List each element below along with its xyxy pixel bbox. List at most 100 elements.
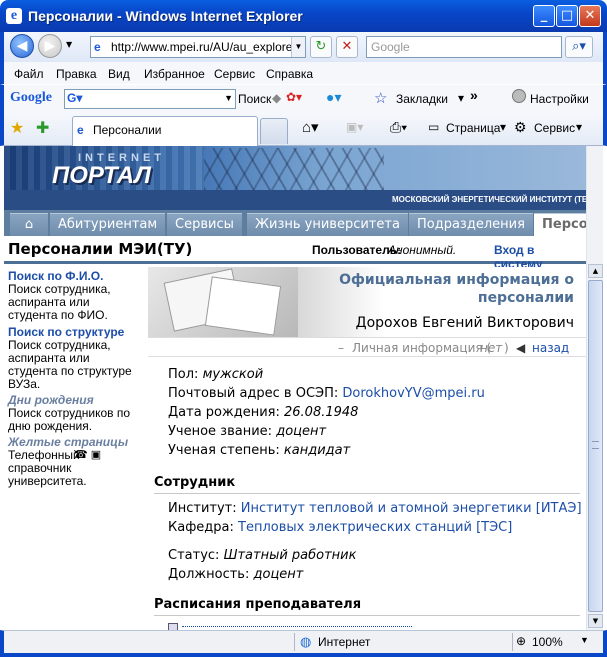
address-bar[interactable]: e http://www.mpei.ru/AU/au_explorer ▼	[90, 36, 306, 58]
google-logo: Google	[10, 90, 52, 105]
back-link[interactable]: назад	[532, 341, 569, 355]
settings-icon[interactable]	[512, 89, 526, 103]
sidebar-link-yellow-pages[interactable]: Желтые страницы	[8, 435, 128, 449]
menu-view[interactable]: Вид	[108, 67, 130, 81]
address-dropdown-icon[interactable]: ▼	[291, 37, 305, 57]
home-icon[interactable]: ⌂▾	[302, 118, 319, 136]
bookmarks-icon[interactable]: ☆	[374, 89, 387, 107]
tab-university-life[interactable]: Жизнь университета	[247, 213, 408, 236]
status-value: Штатный работник	[223, 548, 357, 563]
bookmarks-button[interactable]: Закладки	[396, 92, 448, 106]
rank-value: доцент	[276, 424, 327, 439]
sidebar-desc-fio: Поиск сотрудника, аспиранта или студента…	[8, 282, 111, 322]
status-divider-1	[294, 633, 295, 651]
tab-services[interactable]: Сервисы	[167, 213, 242, 236]
google-search-button[interactable]: Поиск	[238, 92, 271, 106]
vertical-scrollbar[interactable]: ▲ ▼	[586, 146, 603, 630]
menu-file[interactable]: Файл	[14, 67, 44, 81]
status-bar: ◍ Интернет ⊕ 100% ▼	[0, 630, 607, 657]
settings-button[interactable]: Настройки	[530, 92, 589, 106]
popup-blocker-icon[interactable]: ✿▾	[286, 90, 302, 104]
address-text: http://www.mpei.ru/AU/au_explorer	[111, 40, 297, 54]
page-content: INTERNET ПОРТАЛ МОСКОВСКИЙ ЭНЕРГЕТИЧЕСКИ…	[4, 146, 586, 630]
zoom-dropdown-icon[interactable]: ▼	[580, 635, 589, 645]
google-search-input[interactable]: G▾ ▼	[64, 89, 236, 109]
tab-title: Персоналии	[93, 123, 162, 137]
tab-personalii-active[interactable]: Персона	[534, 213, 586, 236]
email-link[interactable]: DorokhovYV@mpei.ru	[342, 386, 484, 401]
print-icon[interactable]: ⎙▾	[390, 119, 407, 136]
menu-help[interactable]: Справка	[266, 67, 313, 81]
search-input[interactable]: Google	[366, 36, 562, 58]
home-tab-icon: ⌂	[24, 217, 34, 232]
menu-favorites[interactable]: Избранное	[144, 67, 205, 81]
personal-info-none: нет	[480, 341, 503, 355]
feeds-icon[interactable]: ▣▾	[346, 120, 363, 134]
tools-gear-icon: ⚙	[514, 119, 527, 135]
forward-button[interactable]: ▶	[38, 34, 62, 58]
sidebar-desc-birthdays: Поиск сотрудников по дню рождения.	[8, 406, 131, 433]
tab-bar: ★ ✚ e Персоналии ⌂▾ ▣▾ ⎙▾ ▭ Страница ▾ ⚙…	[0, 112, 607, 146]
menu-tools[interactable]: Сервис	[214, 67, 255, 81]
schedule-link[interactable]	[182, 626, 412, 628]
maximize-button[interactable]: □	[556, 5, 578, 27]
status-label: Статус:	[168, 548, 220, 563]
google-dropdown-icon[interactable]: ▼	[224, 93, 233, 103]
refresh-icon[interactable]: ↻	[310, 36, 332, 58]
add-favorite-icon[interactable]: ✚	[36, 118, 49, 138]
google-g-icon: G▾	[67, 91, 83, 105]
search-icon[interactable]: ⌕▾	[565, 36, 593, 58]
menu-bar: Файл Правка Вид Избранное Сервис Справка	[0, 62, 607, 84]
back-button[interactable]: ◀	[10, 34, 34, 58]
degree-value: кандидат	[283, 443, 351, 458]
tab-personalii[interactable]: e Персоналии	[72, 116, 258, 146]
more-icon[interactable]: »	[470, 87, 478, 103]
page-menu[interactable]: Страница	[446, 121, 500, 135]
department-label: Кафедра:	[168, 520, 234, 535]
minimize-button[interactable]: _	[533, 5, 555, 27]
tab-applicants[interactable]: Абитуриентам	[50, 213, 166, 236]
zoom-icon[interactable]: ⊕	[516, 634, 526, 648]
page-header: Персоналии МЭИ(ТУ) Пользователь: Анонимн…	[4, 236, 586, 271]
tab-departments[interactable]: Подразделения	[409, 213, 533, 236]
scroll-thumb[interactable]	[588, 280, 603, 612]
translate-icon[interactable]: ●▾	[326, 89, 341, 106]
sidebar-desc-structure: Поиск сотрудника, аспиранта или студента…	[8, 338, 132, 391]
stop-icon[interactable]: ✕	[336, 36, 358, 58]
employee-section-title: Сотрудник	[154, 475, 236, 490]
tools-menu[interactable]: Сервис	[534, 121, 575, 135]
bookmarks-dropdown-icon[interactable]: ▾	[458, 91, 464, 105]
portal-nav: ⌂ Абитуриентам Сервисы Жизнь университет…	[4, 210, 586, 236]
power-lines-image	[204, 148, 384, 190]
user-value: Анонимный.	[388, 243, 457, 257]
window-title: Персоналии - Windows Internet Explorer	[28, 8, 303, 24]
menu-edit[interactable]: Правка	[56, 67, 97, 81]
page-icon: e	[94, 40, 101, 54]
status-divider-2	[512, 633, 513, 651]
favorites-star-icon[interactable]: ★	[10, 118, 24, 138]
phone-icon: ☎ ▣	[74, 449, 102, 461]
scroll-up-icon[interactable]: ▲	[588, 264, 603, 278]
institute-link[interactable]: Институт тепловой и атомной энергетики […	[241, 501, 582, 516]
zoom-level[interactable]: 100%	[532, 635, 563, 649]
employee-divider	[154, 493, 580, 494]
close-button[interactable]: ✕	[579, 5, 601, 27]
dash-icon: –	[338, 341, 344, 355]
person-name: Дорохов Евгений Викторович	[355, 315, 574, 331]
history-dropdown-icon[interactable]: ▼	[66, 40, 72, 49]
scroll-down-icon[interactable]: ▼	[588, 614, 603, 628]
info-heading: Официальная информация о персоналии	[339, 272, 574, 306]
banner-strip: МОСКОВСКИЙ ЭНЕРГЕТИЧЕСКИЙ ИНСТИТУТ (ТЕХН	[4, 190, 586, 210]
sidebar: Поиск по Ф.И.О. Поиск сотрудника, аспира…	[4, 267, 146, 630]
new-tab-button[interactable]	[260, 118, 288, 144]
rank-label: Ученое звание:	[168, 424, 273, 439]
gender-label: Пол:	[168, 367, 199, 382]
personal-info-label: Личная информация (	[352, 341, 492, 355]
tools-menu-dropdown-icon: ▾	[576, 120, 583, 134]
back-arrow-icon[interactable]: ◀	[516, 341, 525, 355]
home-tab[interactable]: ⌂	[10, 213, 48, 236]
department-link[interactable]: Тепловых электрических станций [ТЭС]	[238, 520, 512, 535]
schedule-section-title: Расписания преподавателя	[154, 597, 362, 612]
google-toolbar: Google G▾ ▼ Поиск ◆ ✿▾ ●▾ ☆ Закладки ▾ »…	[0, 84, 607, 112]
navigation-bar: ◀ ▶ ▼ e http://www.mpei.ru/AU/au_explore…	[0, 32, 607, 62]
